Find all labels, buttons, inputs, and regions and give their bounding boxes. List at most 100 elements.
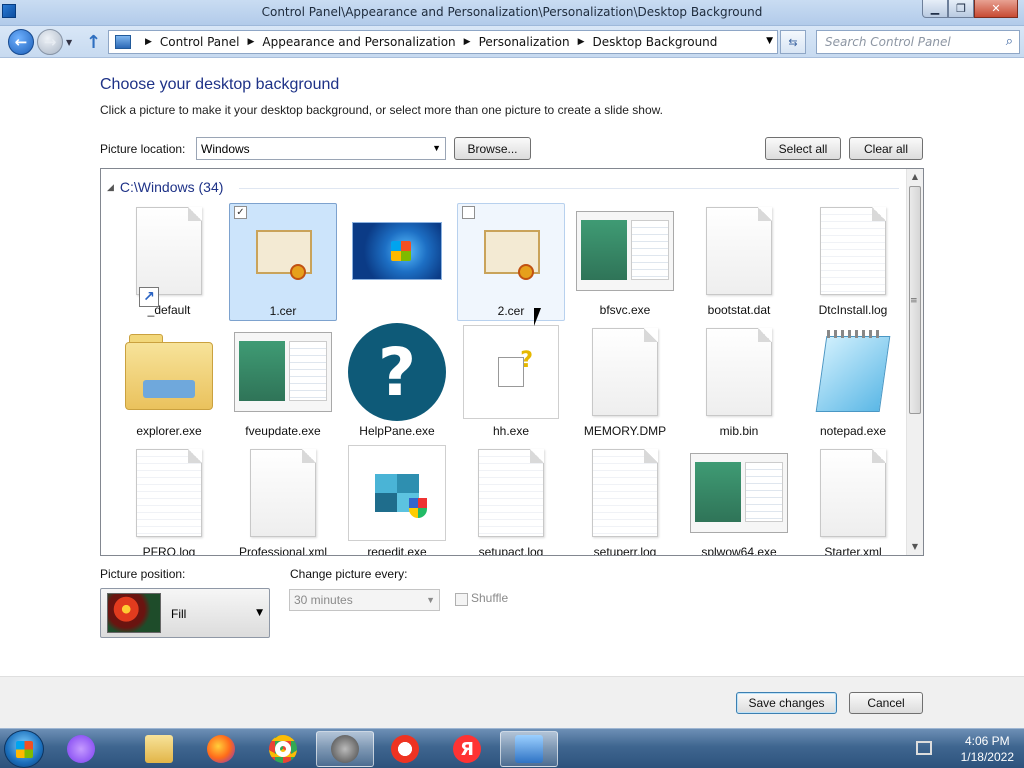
change-interval-select[interactable]: 30 minutes ▼	[289, 589, 440, 611]
blank-file-icon	[706, 328, 772, 416]
gallery-item[interactable]: notepad.exe	[799, 324, 907, 442]
start-button[interactable]	[4, 730, 44, 768]
select-all-button[interactable]: Select all	[765, 137, 841, 160]
yandex-browser-icon	[391, 735, 419, 763]
picture-gallery[interactable]: ◢ C:\Windows (34) ↗ _default ✓ 1.cer 2.c…	[100, 168, 924, 556]
windows-logo-icon	[391, 241, 411, 261]
thumbnail: ?	[461, 325, 561, 419]
gallery-item[interactable]: setupact.log	[457, 445, 565, 555]
breadcrumb-desktop-background[interactable]: Desktop Background	[593, 35, 718, 49]
address-bar[interactable]: ▶ Control Panel ▶ Appearance and Persona…	[108, 30, 778, 54]
gallery-item[interactable]: regedit.exe	[343, 445, 451, 556]
scroll-down-arrow-icon[interactable]: ▼	[907, 539, 923, 555]
group-title: C:\Windows (34)	[119, 179, 224, 195]
app-window-icon	[576, 211, 674, 291]
network-icon[interactable]	[916, 741, 932, 755]
position-preview-thumbnail	[107, 593, 161, 633]
text-file-icon	[820, 207, 886, 295]
restore-button[interactable]: ❐	[948, 0, 974, 18]
chevron-down-icon[interactable]: ▼	[766, 36, 773, 46]
shuffle-checkbox[interactable]	[455, 593, 468, 606]
picture-location-select[interactable]: Windows ▼	[196, 137, 446, 160]
taskbar-chrome[interactable]	[254, 731, 312, 767]
up-arrow-icon[interactable]: ↑	[86, 32, 101, 53]
collapse-triangle-icon[interactable]: ◢	[107, 182, 114, 193]
system-clock[interactable]: 4:06 PM 1/18/2022	[961, 733, 1014, 765]
thumbnail	[575, 207, 675, 295]
taskbar-yandex[interactable]: Я	[438, 731, 496, 767]
gallery-item[interactable]: MEMORY.DMP	[571, 324, 679, 442]
taskbar-yandex-browser[interactable]	[376, 731, 434, 767]
picture-position-dropdown[interactable]: Fill ▼	[100, 588, 270, 638]
gallery-item[interactable]: mib.bin	[685, 324, 793, 442]
gallery-item[interactable]: bootstat.dat	[685, 203, 793, 321]
page-title: Choose your desktop background	[100, 76, 340, 93]
back-button[interactable]: ←	[8, 29, 34, 55]
chevron-right-icon[interactable]: ▶	[464, 37, 471, 47]
gallery-item[interactable]: explorer.exe	[115, 324, 223, 442]
refresh-button[interactable]: ⇆	[780, 30, 806, 54]
forward-button[interactable]: →	[37, 29, 63, 55]
blank-file-icon	[592, 328, 658, 416]
minimize-button[interactable]: ▁	[922, 0, 948, 18]
change-interval-value: 30 minutes	[294, 593, 353, 607]
thumbnail	[347, 207, 447, 295]
gallery-item[interactable]: bfsvc.exe	[571, 203, 679, 321]
chevron-right-icon[interactable]: ▶	[145, 37, 152, 47]
gallery-item[interactable]: ? hh.exe	[457, 324, 565, 442]
title-bar: Control Panel\Appearance and Personaliza…	[0, 0, 1024, 26]
browse-button[interactable]: Browse...	[454, 137, 531, 160]
gallery-item[interactable]: setuperr.log	[571, 445, 679, 555]
gallery-item[interactable]	[343, 203, 451, 321]
shuffle-label: Shuffle	[471, 591, 509, 605]
vertical-scrollbar[interactable]: ▲ ≡ ▼	[906, 169, 923, 555]
search-input[interactable]: Search Control Panel ⌕	[816, 30, 1020, 54]
control-panel-icon	[115, 35, 131, 49]
gallery-item[interactable]: PFRO.log	[115, 445, 223, 555]
gallery-item[interactable]: 2.cer	[457, 203, 565, 321]
thumbnail	[689, 328, 789, 416]
item-name: HelpPane.exe	[359, 424, 435, 438]
breadcrumb-appearance[interactable]: Appearance and Personalization	[262, 35, 455, 49]
item-name: bootstat.dat	[707, 303, 771, 317]
item-name: 2.cer	[497, 304, 525, 318]
chevron-right-icon[interactable]: ▶	[248, 37, 255, 47]
thumbnail	[575, 449, 675, 537]
taskbar-explorer[interactable]	[130, 731, 188, 767]
thumbnail	[233, 328, 333, 416]
breadcrumb-control-panel[interactable]: Control Panel	[160, 35, 240, 49]
search-icon[interactable]: ⌕	[1006, 34, 1013, 49]
gallery-item[interactable]: ✓ 1.cer	[229, 203, 337, 321]
blank-file-icon	[250, 449, 316, 537]
taskbar-firefox[interactable]	[192, 731, 250, 767]
taskbar-control-panel[interactable]	[500, 731, 558, 767]
taskbar-alice[interactable]	[52, 731, 110, 767]
scroll-up-arrow-icon[interactable]: ▲	[907, 169, 923, 185]
chevron-right-icon[interactable]: ▶	[578, 37, 585, 47]
breadcrumb: ▶ Control Panel ▶ Appearance and Persona…	[137, 35, 717, 49]
breadcrumb-personalization[interactable]: Personalization	[479, 35, 570, 49]
recent-pages-dropdown[interactable]: ▼	[66, 38, 72, 47]
gallery-item[interactable]: Starter.xml	[799, 445, 907, 555]
cancel-button[interactable]: Cancel	[849, 692, 923, 714]
item-name: regedit.exe	[367, 545, 427, 556]
clear-all-button[interactable]: Clear all	[849, 137, 923, 160]
gallery-item[interactable]: ↗ _default	[115, 203, 223, 321]
save-changes-button[interactable]: Save changes	[736, 692, 837, 714]
text-file-icon	[136, 449, 202, 537]
gallery-item[interactable]: Professional.xml	[229, 445, 337, 555]
gallery-item[interactable]: fveupdate.exe	[229, 324, 337, 442]
gallery-item[interactable]: DtcInstall.log	[799, 203, 907, 321]
notepad-icon	[813, 330, 893, 414]
taskbar-raccoon-app[interactable]	[316, 731, 374, 767]
thumbnail	[119, 328, 219, 416]
close-button[interactable]: ✕	[974, 0, 1018, 18]
group-header[interactable]: ◢ C:\Windows (34)	[107, 179, 223, 195]
gallery-item[interactable]: ? HelpPane.exe	[343, 323, 451, 442]
certificate-icon	[484, 230, 540, 280]
item-name: mib.bin	[719, 424, 759, 438]
gallery-item[interactable]: splwow64.exe	[685, 445, 793, 555]
item-name: _default	[147, 303, 191, 317]
clock-date: 1/18/2022	[960, 750, 1014, 764]
blank-file-icon	[820, 449, 886, 537]
